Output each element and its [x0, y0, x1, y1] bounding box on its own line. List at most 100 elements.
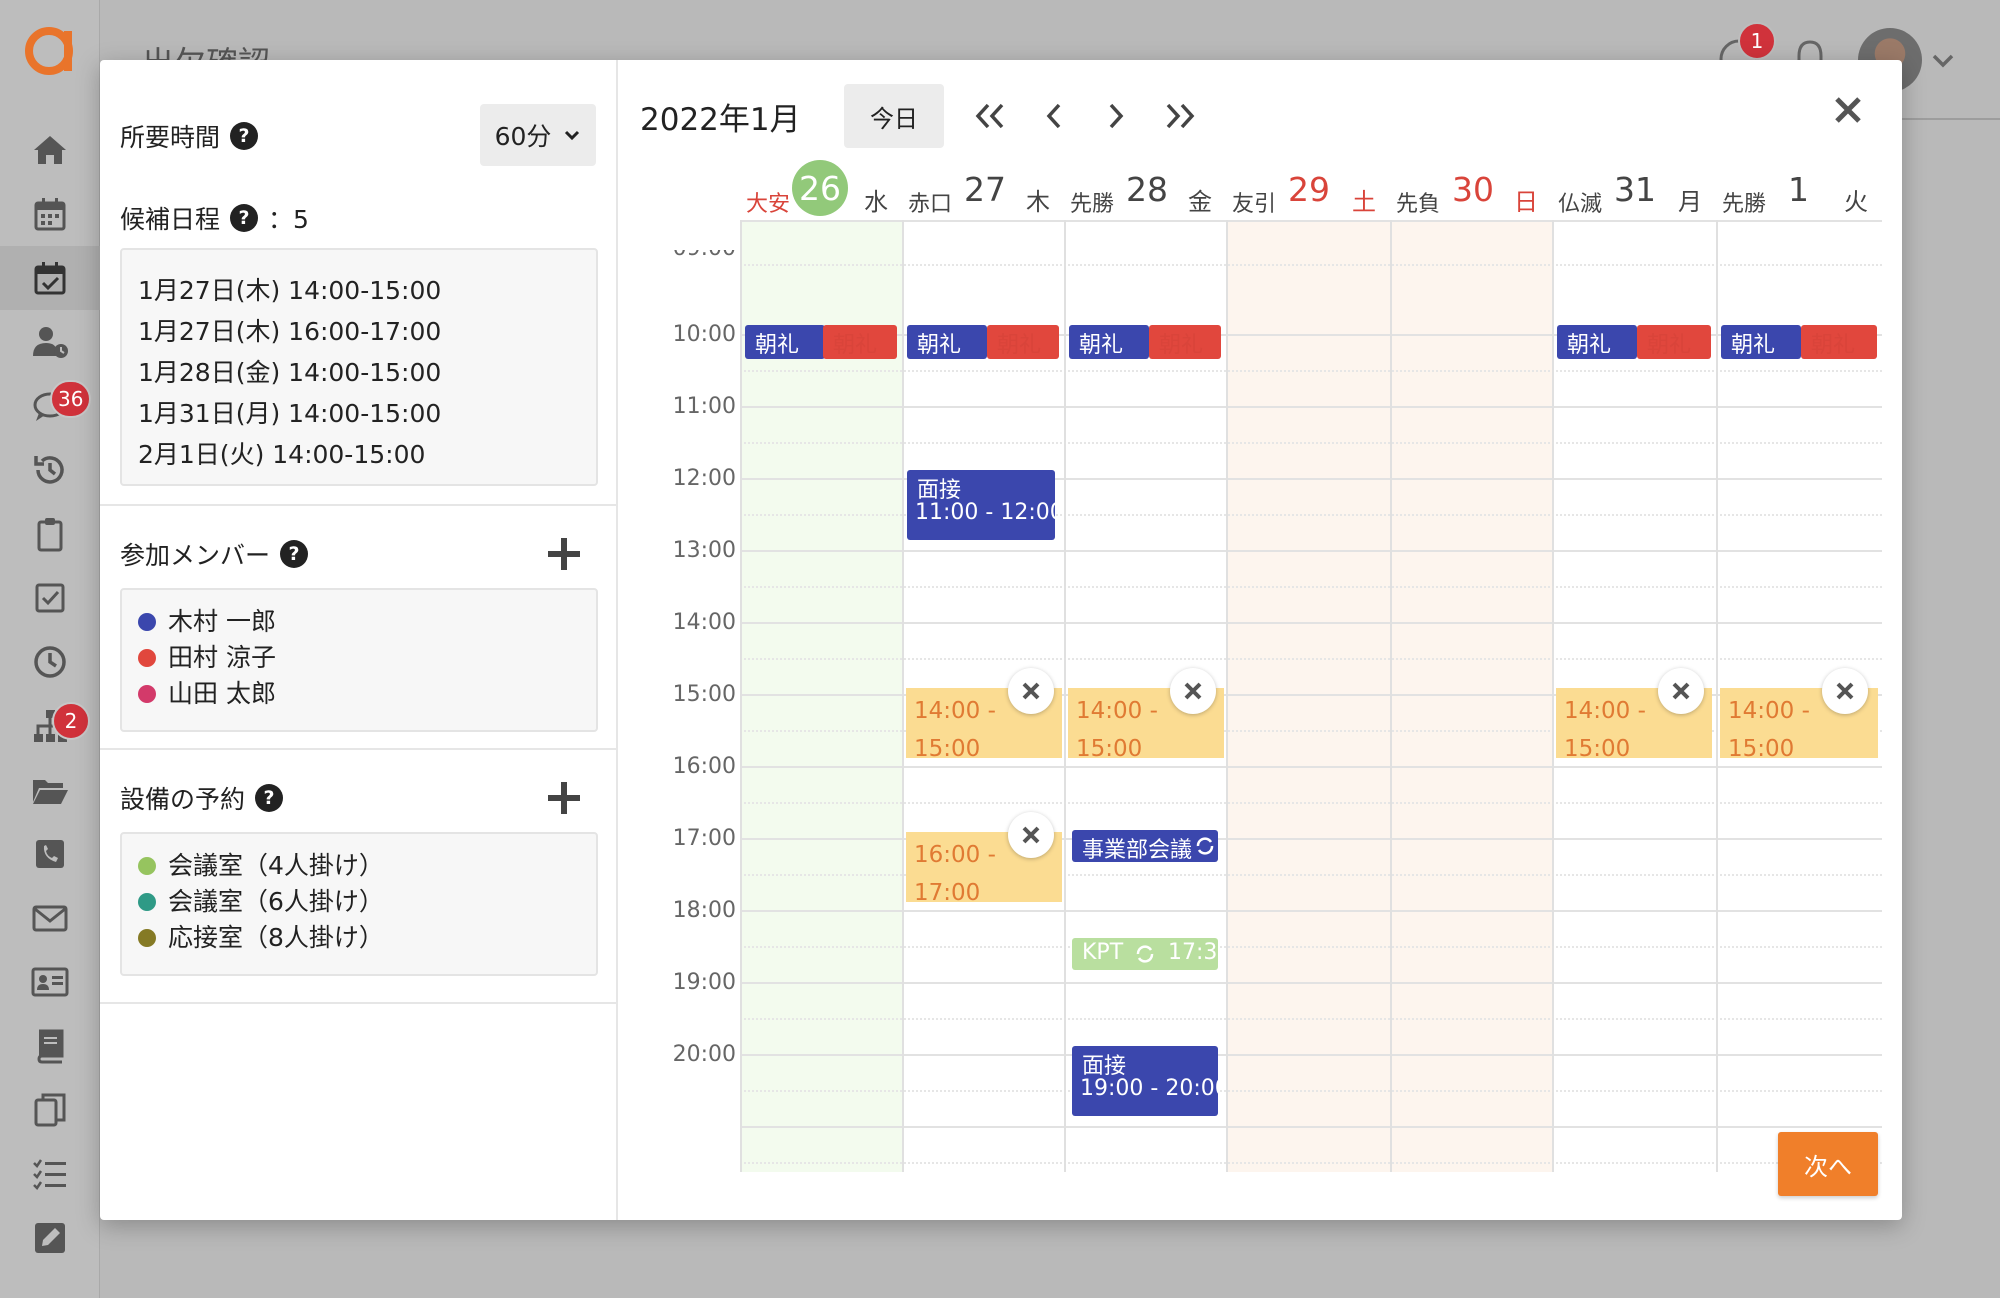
remove-candidate-button[interactable] — [1008, 668, 1054, 714]
day-number: 28 — [1126, 170, 1168, 209]
month-title: 2022年1月 — [640, 102, 801, 138]
event-morning-meeting[interactable]: 朝礼 — [1069, 325, 1149, 359]
event-interview[interactable]: 面接 19:00 - 20:00 — [1072, 1046, 1218, 1116]
day-header[interactable]: 大安 26 水 — [740, 160, 902, 218]
event-morning-meeting[interactable]: 朝礼 — [1557, 325, 1637, 359]
clipboard-icon — [37, 518, 63, 552]
next-day-icon[interactable] — [1096, 96, 1136, 136]
remove-candidate-button[interactable] — [1658, 668, 1704, 714]
duration-select[interactable]: 60分 — [480, 104, 596, 166]
day-header[interactable]: 先勝 28 金 — [1064, 168, 1226, 218]
nav-book[interactable] — [0, 1014, 100, 1078]
nav-mail[interactable] — [0, 886, 100, 950]
nav-home[interactable] — [0, 118, 100, 182]
add-facility-button[interactable] — [544, 778, 584, 818]
settings-panel: 所要時間 ? 60分 候補日程 ? ：5 1月27日(木) 14:00-15:0… — [100, 60, 618, 1220]
app-logo[interactable] — [22, 22, 76, 76]
event-morning-meeting[interactable]: 朝礼 — [1149, 325, 1221, 359]
nav-users[interactable] — [0, 310, 100, 374]
nav-calendar[interactable] — [0, 182, 100, 246]
today-column — [740, 220, 902, 1172]
day-header[interactable]: 仏滅 31 月 — [1552, 168, 1716, 218]
nav-list[interactable] — [0, 1142, 100, 1206]
nav-tasks[interactable] — [0, 566, 100, 630]
event-morning-meeting[interactable]: 朝礼 — [745, 325, 825, 359]
rokuyo-label: 先勝 — [1722, 192, 1767, 217]
remove-candidate-button[interactable] — [1008, 812, 1054, 858]
candidates-label: 候補日程 — [120, 205, 221, 234]
prev-day-icon[interactable] — [1034, 96, 1074, 136]
candidate-item: 2月1日(火) 14:00-15:00 — [138, 440, 426, 469]
members-box: 木村 一郎 田村 涼子 山田 太郎 — [120, 588, 598, 732]
copy-icon — [34, 1093, 66, 1127]
nav-attendance[interactable] — [0, 246, 100, 310]
weekday-label: 土 — [1352, 188, 1376, 216]
grid-line — [740, 1018, 1882, 1020]
nav-phone[interactable] — [0, 822, 100, 886]
calendar-grid[interactable]: 朝礼 朝礼 朝礼 朝礼 朝礼 朝礼 朝礼 朝礼 朝礼 朝礼 面接 11:00 -… — [740, 220, 1882, 1172]
section-divider — [100, 1002, 618, 1004]
close-icon — [1022, 682, 1040, 700]
today-button[interactable]: 今日 — [844, 84, 944, 148]
day-header[interactable]: 友引 29 土 — [1226, 168, 1390, 218]
question-icon[interactable]: ? — [255, 784, 284, 812]
event-morning-meeting[interactable]: 朝礼 — [1637, 325, 1711, 359]
weekday-label: 月 — [1678, 188, 1702, 216]
nav-copy[interactable] — [0, 1078, 100, 1142]
candidate-item: 1月28日(金) 14:00-15:00 — [138, 358, 442, 387]
weekday-label: 水 — [864, 188, 888, 216]
nav-edit[interactable] — [0, 1206, 100, 1270]
history-icon — [34, 456, 64, 484]
facility-color-dot — [138, 857, 156, 875]
question-icon[interactable]: ? — [230, 122, 259, 150]
event-interview[interactable]: 面接 11:00 - 12:00 — [907, 470, 1055, 540]
time-label: 20:00 — [672, 1042, 736, 1067]
rokuyo-label: 仏滅 — [1558, 192, 1603, 217]
grid-line — [740, 1054, 1882, 1056]
nav-clipboard[interactable] — [0, 502, 100, 566]
facility-color-dot — [138, 929, 156, 947]
facility-item: 会議室（4人掛け） — [138, 848, 580, 884]
rokuyo-label: 先負 — [1396, 192, 1441, 217]
event-morning-meeting[interactable]: 朝礼 — [1721, 325, 1801, 359]
event-morning-meeting[interactable]: 朝礼 — [907, 325, 987, 359]
question-icon[interactable]: ? — [230, 204, 259, 232]
nav-chat[interactable]: 36 — [0, 374, 100, 438]
nav-folder[interactable] — [0, 758, 100, 822]
day-header[interactable]: 先勝 1 火 — [1716, 168, 1882, 218]
weekday-label: 日 — [1514, 188, 1538, 216]
event-kpt[interactable]: KPT 17:30 — [1072, 938, 1218, 970]
close-icon[interactable] — [1828, 90, 1868, 130]
grid-line — [1226, 220, 1228, 1172]
rokuyo-label: 大安 — [746, 192, 791, 217]
candidate-item: 1月27日(木) 14:00-15:00 — [138, 276, 442, 305]
nav-time[interactable] — [0, 630, 100, 694]
event-morning-meeting[interactable]: 朝礼 — [1801, 325, 1877, 359]
nav-org[interactable]: 2 — [0, 694, 100, 758]
event-dept-meeting[interactable]: 事業部会議 — [1072, 830, 1218, 862]
add-member-button[interactable] — [544, 534, 584, 574]
facility-color-dot — [138, 893, 156, 911]
next-week-icon[interactable] — [1160, 96, 1200, 136]
nav-contacts[interactable] — [0, 950, 100, 1014]
prev-week-icon[interactable] — [970, 96, 1010, 136]
close-icon — [1672, 682, 1690, 700]
day-header[interactable]: 赤口 27 木 — [902, 168, 1064, 218]
question-icon[interactable]: ? — [280, 540, 309, 568]
day-header[interactable]: 先負 30 日 — [1390, 168, 1552, 218]
event-morning-meeting[interactable]: 朝礼 — [823, 325, 897, 359]
nav-history[interactable] — [0, 438, 100, 502]
event-morning-meeting[interactable]: 朝礼 — [987, 325, 1059, 359]
next-button[interactable]: 次へ — [1778, 1132, 1878, 1196]
edit-icon — [35, 1223, 65, 1253]
book-icon — [37, 1029, 64, 1064]
grid-line — [740, 550, 1882, 552]
close-icon — [1184, 682, 1202, 700]
rokuyo-label: 友引 — [1232, 192, 1277, 217]
weekday-label: 火 — [1844, 188, 1868, 216]
time-label: 16:00 — [672, 754, 736, 779]
candidate-item: 1月27日(木) 16:00-17:00 — [138, 317, 442, 346]
remove-candidate-button[interactable] — [1170, 668, 1216, 714]
chevron-down-icon[interactable] — [1930, 48, 1956, 74]
remove-candidate-button[interactable] — [1822, 668, 1868, 714]
